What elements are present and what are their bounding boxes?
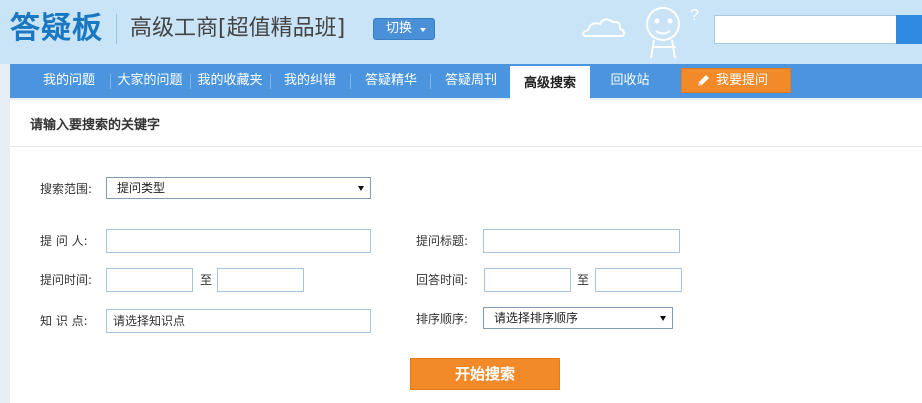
- tab-my-favorites[interactable]: 我的收藏夹: [192, 64, 268, 98]
- ask-time-from-input[interactable]: [106, 268, 193, 292]
- cloud-doodle-decoration: ?: [582, 7, 699, 59]
- switch-button-label: 切换: [386, 21, 413, 36]
- scope-select[interactable]: 提问类型: [106, 177, 371, 199]
- nav-divider: [110, 74, 111, 89]
- ask-question-label: 我要提问: [716, 73, 769, 88]
- tab-qa-highlights[interactable]: 答疑精华: [352, 64, 430, 98]
- search-icon[interactable]: [896, 15, 922, 44]
- caret-down-icon: [420, 28, 426, 32]
- sort-order-select[interactable]: 请选择排序顺序: [483, 307, 673, 329]
- svg-text:?: ?: [690, 7, 699, 24]
- start-search-button[interactable]: 开始搜索: [410, 358, 560, 390]
- header-divider: [116, 14, 117, 44]
- ask-question-button[interactable]: 我要提问: [681, 68, 791, 93]
- switch-course-button[interactable]: 切换: [373, 18, 435, 40]
- answer-time-to-input[interactable]: [595, 268, 682, 292]
- dropdown-arrow-icon: [358, 186, 364, 191]
- tab-my-corrections[interactable]: 我的纠错: [272, 64, 348, 98]
- tab-qa-weekly[interactable]: 答疑周刊: [432, 64, 510, 98]
- panel-title: 请输入要搜索的关键字: [30, 118, 161, 133]
- knowledge-point-field[interactable]: 请选择知识点: [106, 309, 371, 333]
- asker-label: 提 问 人:: [40, 234, 88, 248]
- nav-divider: [190, 74, 191, 89]
- scope-select-value: 提问类型: [117, 181, 166, 195]
- tab-my-questions[interactable]: 我的问题: [30, 64, 108, 98]
- site-logo[interactable]: 答疑板: [10, 8, 103, 50]
- answer-time-to-label: 至: [577, 273, 590, 287]
- knowledge-label: 知 识 点:: [40, 314, 88, 328]
- nav-divider: [350, 74, 351, 89]
- panel-header: 请输入要搜索的关键字: [10, 100, 922, 147]
- title-label: 提问标题:: [416, 234, 469, 248]
- ask-time-label: 提问时间:: [40, 273, 93, 287]
- ask-time-to-input[interactable]: [217, 268, 304, 292]
- site-search-input[interactable]: [714, 15, 897, 44]
- advanced-search-panel: 请输入要搜索的关键字 搜索范围: 提问类型 提 问 人: 提问标题: 提问时间:…: [10, 100, 922, 403]
- header: 答疑板 高级工商[超值精品班] 切换 ?: [0, 0, 922, 64]
- pencil-icon: [698, 75, 709, 86]
- title-input[interactable]: [483, 229, 680, 253]
- answer-time-label: 回答时间:: [416, 273, 469, 287]
- nav-divider: [430, 74, 431, 89]
- tab-recycle-bin[interactable]: 回收站: [592, 64, 668, 98]
- tab-advanced-search[interactable]: 高级搜索: [510, 66, 590, 100]
- nav-divider: [270, 74, 271, 89]
- scope-label: 搜索范围:: [40, 182, 93, 196]
- tab-everyone-questions[interactable]: 大家的问题: [112, 64, 188, 98]
- answer-time-from-input[interactable]: [484, 268, 571, 292]
- ask-time-to-label: 至: [200, 273, 213, 287]
- course-title: 高级工商[超值精品班]: [130, 16, 346, 41]
- sort-label: 排序顺序:: [416, 312, 469, 326]
- asker-input[interactable]: [106, 229, 371, 253]
- main-nav: 我的问题 大家的问题 我的收藏夹 我的纠错 答疑精华 答疑周刊 高级搜索 回收站…: [10, 64, 922, 100]
- dropdown-arrow-icon: [660, 316, 666, 321]
- sort-select-value: 请选择排序顺序: [494, 311, 579, 325]
